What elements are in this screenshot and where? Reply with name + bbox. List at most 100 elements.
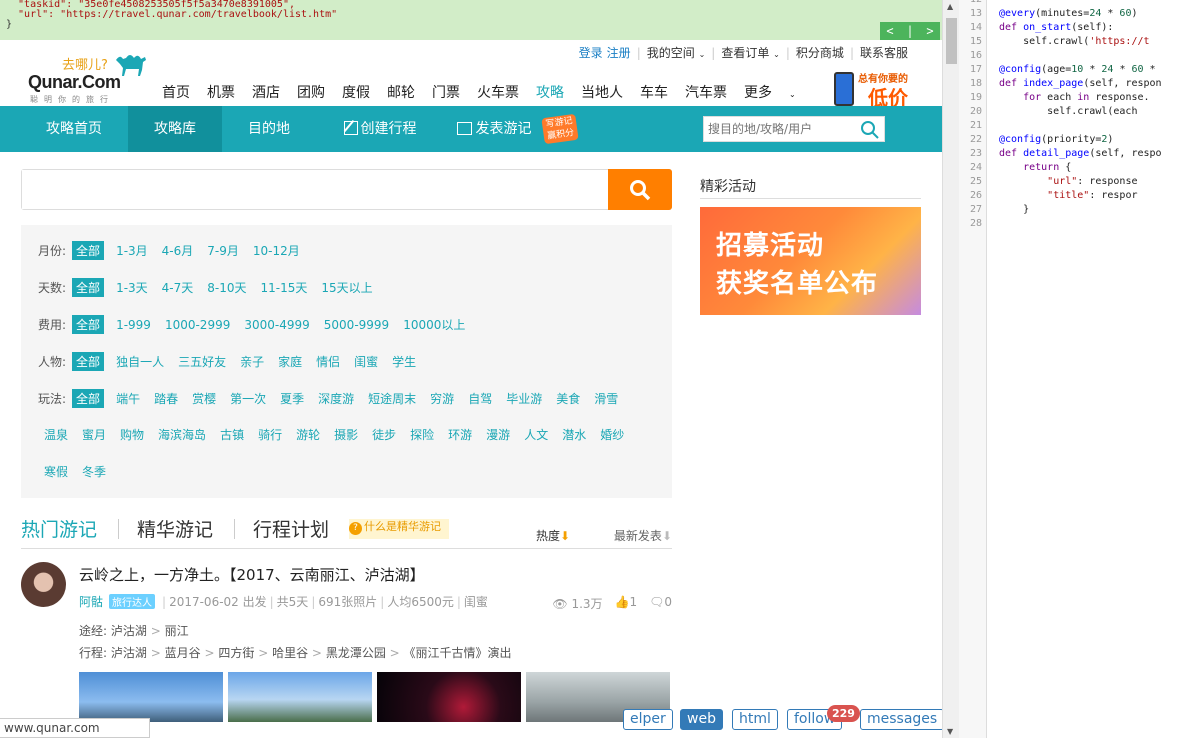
nav-tickets[interactable]: 门票 [432, 82, 460, 102]
points-mall-link[interactable]: 积分商城 [790, 44, 850, 61]
filter-option[interactable]: 1-3月 [116, 242, 148, 259]
filter-option[interactable]: 11-15天 [261, 279, 308, 296]
filter-option[interactable]: 4-6月 [162, 242, 194, 259]
search-button[interactable] [608, 169, 672, 210]
travel-photo[interactable] [377, 672, 521, 722]
filter-option[interactable]: 三五好友 [178, 353, 226, 370]
travel-photo[interactable] [79, 672, 223, 722]
web-button[interactable]: web [680, 709, 723, 730]
filter-option[interactable]: 闺蜜 [354, 353, 378, 370]
nav-groupbuy[interactable]: 团购 [297, 82, 325, 102]
filter-option[interactable]: 短途周末 [368, 390, 416, 407]
nav-vacation[interactable]: 度假 [342, 82, 370, 102]
filter-option[interactable]: 环游 [448, 426, 472, 443]
sort-hot[interactable]: 热度⬇ [516, 529, 570, 543]
filter-option[interactable]: 深度游 [318, 390, 354, 407]
filter-option[interactable]: 1-3天 [116, 279, 148, 296]
filter-option[interactable]: 全部 [72, 352, 105, 371]
filter-option[interactable]: 自驾 [468, 390, 492, 407]
messages-button[interactable]: messages [860, 709, 942, 730]
filter-option[interactable]: 1-999 [116, 318, 151, 332]
tab-best-travelogues[interactable]: 精华游记 [137, 515, 213, 542]
login-link[interactable]: 登录 [573, 44, 605, 61]
filter-option[interactable]: 滑雪 [594, 390, 618, 407]
filter-option[interactable]: 1000-2999 [165, 318, 230, 332]
main-search-input[interactable] [22, 170, 602, 209]
filter-option[interactable]: 潜水 [562, 426, 586, 443]
filter-option[interactable]: 夏季 [280, 390, 304, 407]
my-space-link[interactable]: 我的空间 ⌄ [641, 44, 712, 61]
sort-newest[interactable]: 最新发表⬇ [594, 529, 672, 543]
filter-option[interactable]: 美食 [556, 390, 580, 407]
filter-option[interactable]: 游轮 [296, 426, 320, 443]
html-button[interactable]: html [732, 709, 778, 730]
filter-option[interactable]: 情侣 [316, 353, 340, 370]
filter-option[interactable]: 购物 [120, 426, 144, 443]
filter-option[interactable]: 赏樱 [192, 390, 216, 407]
filter-option[interactable]: 人文 [524, 426, 548, 443]
nav-locals[interactable]: 当地人 [581, 82, 623, 102]
tab-create-trip[interactable]: 创建行程 [330, 106, 430, 152]
tab-post-travelogue[interactable]: 发表游记 [444, 106, 544, 152]
filter-option[interactable]: 骑行 [258, 426, 282, 443]
likes-stat[interactable]: 👍1 [615, 595, 638, 612]
tab-guide-home[interactable]: 攻略首页 [20, 106, 128, 152]
scrollbar-thumb[interactable] [946, 18, 957, 64]
nav-flights[interactable]: 机票 [207, 82, 235, 102]
filter-option[interactable]: 10-12月 [253, 242, 300, 259]
filter-option[interactable]: 温泉 [44, 426, 68, 443]
filter-option[interactable]: 家庭 [278, 353, 302, 370]
filter-option[interactable]: 漫游 [486, 426, 510, 443]
filter-option[interactable]: 4-7天 [162, 279, 194, 296]
customer-service-link[interactable]: 联系客服 [854, 44, 914, 61]
filter-option[interactable]: 独自一人 [116, 353, 164, 370]
filter-option[interactable]: 探险 [410, 426, 434, 443]
filter-option[interactable]: 15天以上 [321, 279, 372, 296]
guide-search-input[interactable] [704, 117, 854, 141]
register-link[interactable]: 注册 [605, 44, 637, 61]
travel-photo[interactable] [228, 672, 372, 722]
filter-option[interactable]: 蜜月 [82, 426, 106, 443]
filter-option[interactable]: 冬季 [82, 463, 106, 480]
avatar[interactable] [21, 562, 66, 607]
filter-option[interactable]: 第一次 [230, 390, 266, 407]
filter-option[interactable]: 全部 [72, 389, 105, 408]
filter-option[interactable]: 3000-4999 [244, 318, 309, 332]
next-button[interactable]: > [926, 25, 933, 37]
filter-option[interactable]: 10000以上 [403, 316, 465, 333]
filter-option[interactable]: 学生 [392, 353, 416, 370]
nav-hotels[interactable]: 酒店 [252, 82, 280, 102]
nav-more[interactable]: 更多 ⌄ [744, 82, 813, 102]
filter-option[interactable]: 全部 [72, 241, 105, 260]
filter-option[interactable]: 穷游 [430, 390, 454, 407]
scroll-up-icon[interactable]: ▲ [947, 2, 953, 11]
orders-link[interactable]: 查看订单 ⌄ [715, 44, 786, 61]
filter-option[interactable]: 5000-9999 [324, 318, 389, 332]
tab-hot-travelogues[interactable]: 热门游记 [21, 515, 97, 542]
page-scrollbar[interactable]: ▲ ▼ [942, 0, 959, 738]
what-is-best-tip[interactable]: ? 什么是精华游记 [349, 519, 449, 539]
low-price-ad[interactable]: 总有你要的 低价 [834, 70, 920, 110]
nav-cars[interactable]: 车车 [640, 82, 668, 102]
nav-bus[interactable]: 汽车票 [685, 82, 727, 102]
filter-option[interactable]: 古镇 [220, 426, 244, 443]
qunar-logo[interactable]: 去哪儿? Qunar.Com 聪明你的旅行 [28, 52, 148, 104]
helper-button[interactable]: elper [623, 709, 673, 730]
filter-option[interactable]: 全部 [72, 315, 105, 334]
filter-option[interactable]: 毕业游 [506, 390, 542, 407]
search-icon[interactable] [860, 120, 880, 140]
filter-option[interactable]: 全部 [72, 278, 105, 297]
travelogue-title[interactable]: 云岭之上，一方净土。【2017、云南丽江、泸沽湖】 [79, 564, 425, 585]
filter-option[interactable]: 亲子 [240, 353, 264, 370]
filter-option[interactable]: 寒假 [44, 463, 68, 480]
nav-home[interactable]: 首页 [162, 82, 190, 102]
filter-option[interactable]: 婚纱 [600, 426, 624, 443]
activity-banner[interactable]: 招募活动 获奖名单公布 [700, 207, 921, 315]
filter-option[interactable]: 7-9月 [207, 242, 239, 259]
filter-option[interactable]: 端午 [116, 390, 140, 407]
filter-option[interactable]: 摄影 [334, 426, 358, 443]
tab-destinations[interactable]: 目的地 [222, 106, 316, 152]
code-editor[interactable]: 12 13 14 15 16 17 18 19 20 21 22 23 24 2… [959, 0, 1187, 738]
tab-trip-plans[interactable]: 行程计划 [253, 515, 329, 542]
scroll-down-icon[interactable]: ▼ [947, 727, 953, 736]
